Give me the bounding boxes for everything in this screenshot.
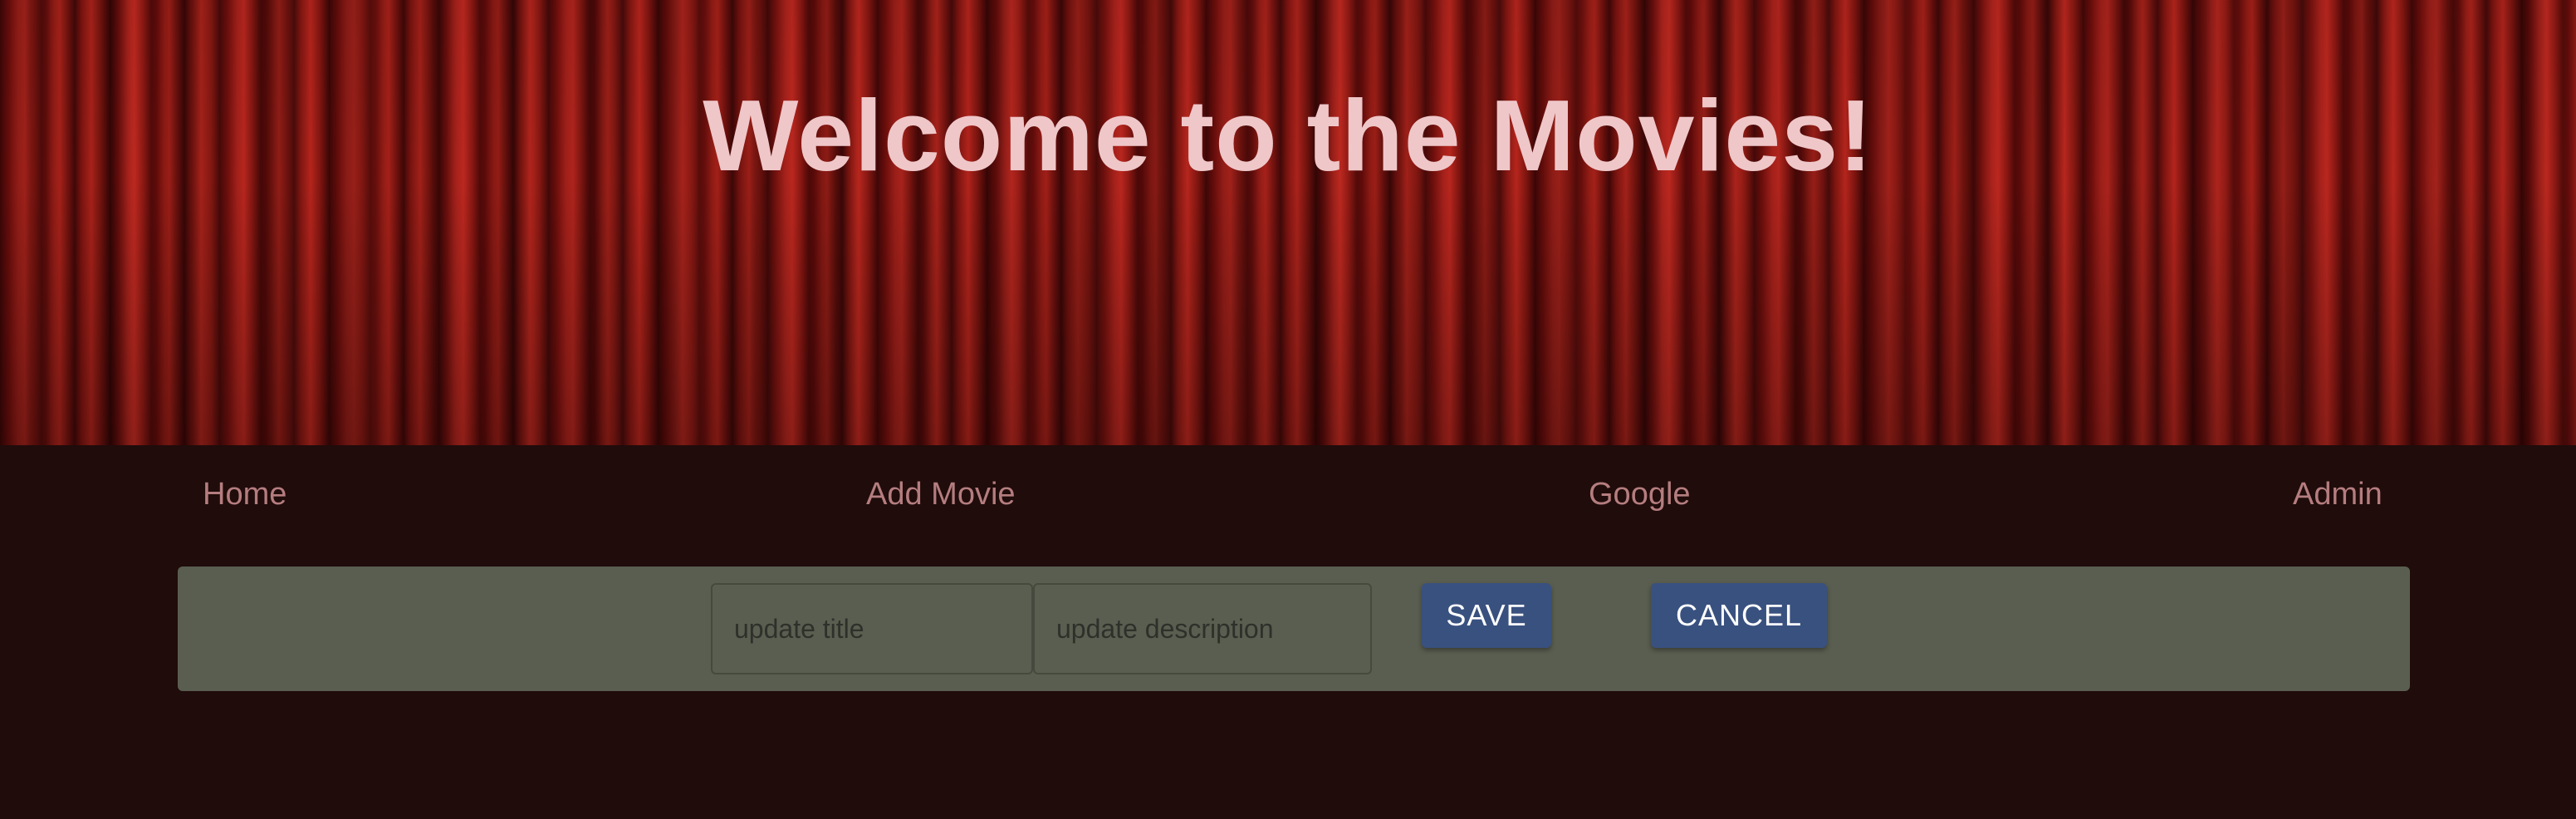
nav-link-admin[interactable]: Admin (2293, 475, 2383, 513)
curtain-hero-banner: Welcome to the Movies! (0, 0, 2576, 445)
nav-link-google[interactable]: Google (1589, 475, 1691, 513)
nav-link-add-movie[interactable]: Add Movie (866, 475, 1016, 513)
update-description-input[interactable] (1033, 583, 1372, 674)
main-nav: Home Add Movie Google Admin (0, 445, 2576, 545)
save-button[interactable]: SAVE (1422, 583, 1551, 648)
nav-link-home[interactable]: Home (203, 475, 286, 513)
hero-title: Welcome to the Movies! (703, 79, 1873, 192)
update-title-input[interactable] (711, 583, 1033, 674)
page: Welcome to the Movies! Home Add Movie Go… (0, 0, 2576, 819)
cancel-button[interactable]: CANCEL (1651, 583, 1827, 648)
update-movie-panel: SAVE CANCEL (178, 566, 2410, 691)
